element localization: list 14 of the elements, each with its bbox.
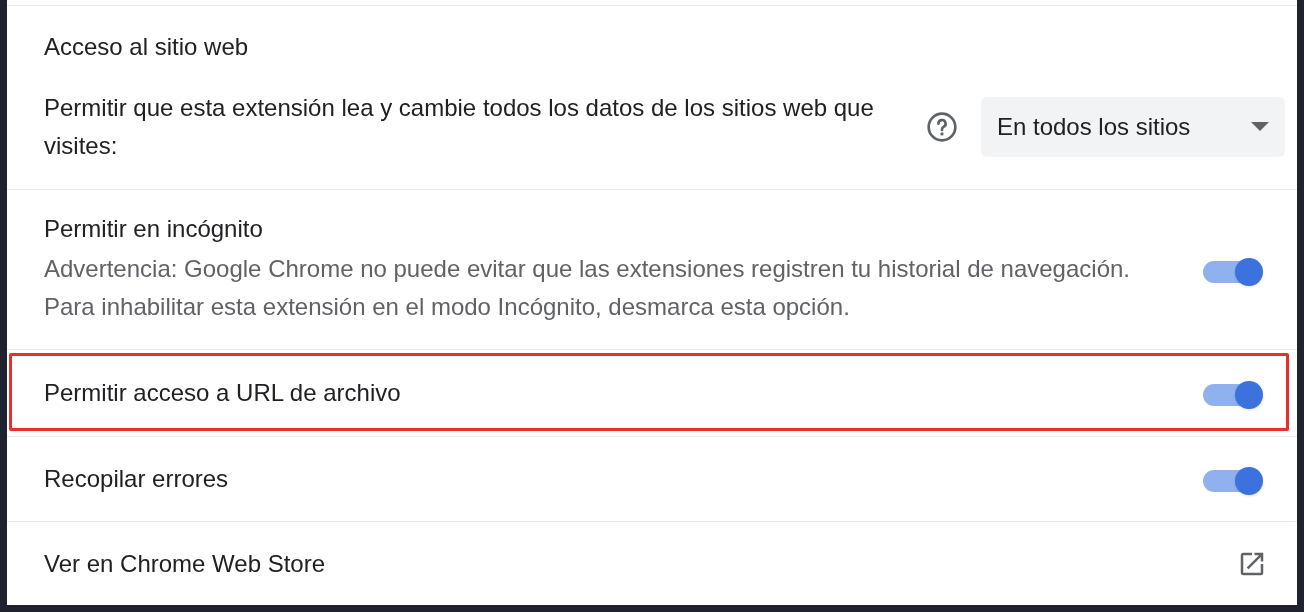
setting-label: Ver en Chrome Web Store: [44, 548, 327, 579]
toggle-switch[interactable]: [1203, 257, 1263, 286]
toggle-switch[interactable]: [1203, 467, 1263, 495]
caret-icon: [1251, 122, 1269, 132]
help-icon[interactable]: [925, 110, 959, 144]
setting-description: Permitir que esta extensión lea y cambie todos los datos de los sitios web que visites:: [44, 93, 875, 161]
section-title: Acceso al sitio web: [44, 32, 250, 62]
toggle-switch[interactable]: [1203, 381, 1263, 409]
setting-label: Permitir en incógnito: [44, 213, 264, 244]
site-access-dropdown[interactable]: En todos los sitios: [980, 97, 1285, 157]
setting-label: Permitir acceso a URL de archivo: [44, 378, 402, 408]
setting-description: Para inhabilitar esta extensión en el modo Incógnito, desmarca esta opción.: [44, 291, 851, 322]
setting-label: Recopilar errores: [44, 464, 230, 494]
setting-description: Advertencia: Google Chrome no puede evitar que las extensiones registren tu historial de navegación.: [44, 253, 1131, 284]
